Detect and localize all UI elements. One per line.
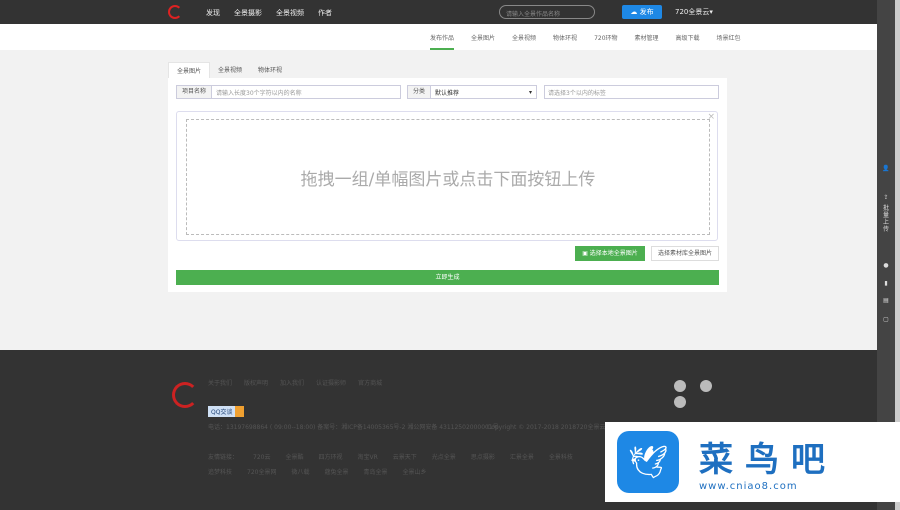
category-select[interactable]: 分类 默认推荐 ▾ [407,85,537,99]
subnav-publish[interactable]: 发布作品 [430,33,455,50]
friend-link[interactable]: 720全景网 [247,467,276,476]
subnav-redpacket[interactable]: 场景红包 [717,33,741,50]
publish-button[interactable]: ☁ 发布 [622,5,662,19]
publish-label: 发布 [639,8,654,16]
select-local-label: 选择本地全景图片 [589,250,638,257]
subnav-download[interactable]: 高级下载 [676,33,700,50]
friend-link[interactable]: 微八载 [291,467,309,476]
top-bar: 发现 全景摄影 全景视频 作者 请输入全景作品名称 ☁ 发布 720全景云▾ [0,0,877,24]
film-icon[interactable]: ▤ [877,297,895,304]
dropzone-text: 拖拽一组/单幅图片或点击下面按钮上传 [186,119,710,235]
qq-icon[interactable] [674,396,686,408]
copyright: Copyright © 2017-2018 2018720全景云 [487,424,606,431]
link-copyright[interactable]: 版权声明 [244,378,268,387]
cloud-upload-icon: ☁ [630,8,640,16]
generate-button[interactable]: 立即生成 [176,270,719,285]
account-menu[interactable]: 720全景云▾ [675,7,713,17]
tab-images[interactable]: 全景图片 [168,62,211,78]
watermark-url: www.cniao8.com [699,481,798,492]
tab-object[interactable]: 物体环视 [250,62,290,78]
subnav-images[interactable]: 全景图片 [471,33,495,50]
caret-down-icon: ▾ [528,88,532,96]
dropzone[interactable]: 拖拽一组/单幅图片或点击下面按钮上传 × [176,111,718,241]
friends-label: 友情链接： [208,454,239,461]
money-bag-icon[interactable]: ● [877,262,895,269]
upload-icon[interactable]: ⇪ [877,194,895,201]
footer-links: 关于我们 版权声明 加入我们 认证摄影师 官方商城 [208,378,382,387]
document-icon[interactable]: ▮ [877,280,895,287]
subnav-720[interactable]: 720环物 [594,33,617,50]
link-join[interactable]: 加入我们 [280,378,304,387]
subnav-materials[interactable]: 素材管理 [635,33,659,50]
friend-link[interactable]: 思点摄影 [471,452,495,461]
nav-panorama[interactable]: 全景摄影 [234,8,262,18]
friend-link[interactable]: 光点全景 [432,452,456,461]
category-label: 分类 [408,86,432,98]
name-label: 项目名称 [177,86,213,98]
search-input[interactable]: 请输入全景作品名称 [499,5,595,19]
image-icon: ▣ [582,250,590,257]
upload-tabs: 全景图片 全景视频 物体环视 [168,62,290,78]
footer-logo [172,382,198,408]
weibo-icon[interactable] [700,380,712,392]
friend-links: 友情链接： 720云 全景酷 四方环视 淘宝VR 云景天下 光点全景 思点摄影 … [208,452,608,476]
friend-link[interactable]: 青岛全景 [364,467,388,476]
contact-info: 电话：13197698864 ( 09:00--18:00) 备案号：湘ICP备… [208,424,499,431]
link-certify[interactable]: 认证摄影师 [316,378,346,387]
sub-nav: 发布作品 全景图片 全景视频 物体环视 720环物 素材管理 高级下载 场景红包 [430,33,741,50]
select-local-button[interactable]: ▣ 选择本地全景图片 [575,246,645,261]
tab-video[interactable]: 全景视频 [210,62,250,78]
friend-link[interactable]: 蔻兔全景 [324,467,348,476]
main-nav: 发现 全景摄影 全景视频 作者 [206,8,332,18]
friend-link[interactable]: 淘宝VR [358,452,378,461]
batch-upload-label[interactable]: 批量上传 [877,205,895,233]
select-library-button[interactable]: 选择素材库全景图片 [651,246,719,261]
friend-link[interactable]: 全景科技 [549,452,573,461]
friend-link[interactable]: 四方环视 [318,452,342,461]
bird-logo-icon: 🕊 [617,431,679,493]
friend-link[interactable]: 720云 [253,452,270,461]
category-value: 默认推荐 [435,89,460,97]
subnav-video[interactable]: 全景视频 [512,33,536,50]
panorama-icon[interactable]: ▢ [877,316,895,323]
subnav-object[interactable]: 物体环视 [553,33,577,50]
site-logo[interactable] [168,5,182,19]
close-icon[interactable]: × [707,112,715,122]
watermark: 🕊 菜鸟吧 www.cniao8.com [605,422,900,502]
friend-link[interactable]: 全景酷 [285,452,303,461]
wechat-icon[interactable] [674,380,686,392]
nav-video[interactable]: 全景视频 [276,8,304,18]
tags-input[interactable]: 请选择3个以内的标签 [544,85,719,99]
friend-link[interactable]: 全景山乡 [403,467,427,476]
friend-link[interactable]: 云景天下 [393,452,417,461]
name-field[interactable]: 项目名称 请输入长度30个字符以内的名称 [176,85,401,99]
user-icon[interactable]: 👤 [877,165,895,172]
watermark-title: 菜鸟吧 [699,440,837,480]
link-store[interactable]: 官方商城 [358,378,382,387]
name-input[interactable]: 请输入长度30个字符以内的名称 [212,88,302,97]
link-about[interactable]: 关于我们 [208,378,232,387]
nav-discover[interactable]: 发现 [206,8,220,18]
upload-card: 项目名称 请输入长度30个字符以内的名称 分类 默认推荐 ▾ 请选择3个以内的标… [168,78,727,292]
friend-link[interactable]: 汇景全景 [510,452,534,461]
nav-authors[interactable]: 作者 [318,8,332,18]
qq-chat-button[interactable]: QQ交谈 [208,406,245,417]
sub-bar: 发布作品 全景图片 全景视频 物体环视 720环物 素材管理 高级下载 场景红包 [0,24,877,50]
friend-link[interactable]: 追梦科技 [208,467,232,476]
